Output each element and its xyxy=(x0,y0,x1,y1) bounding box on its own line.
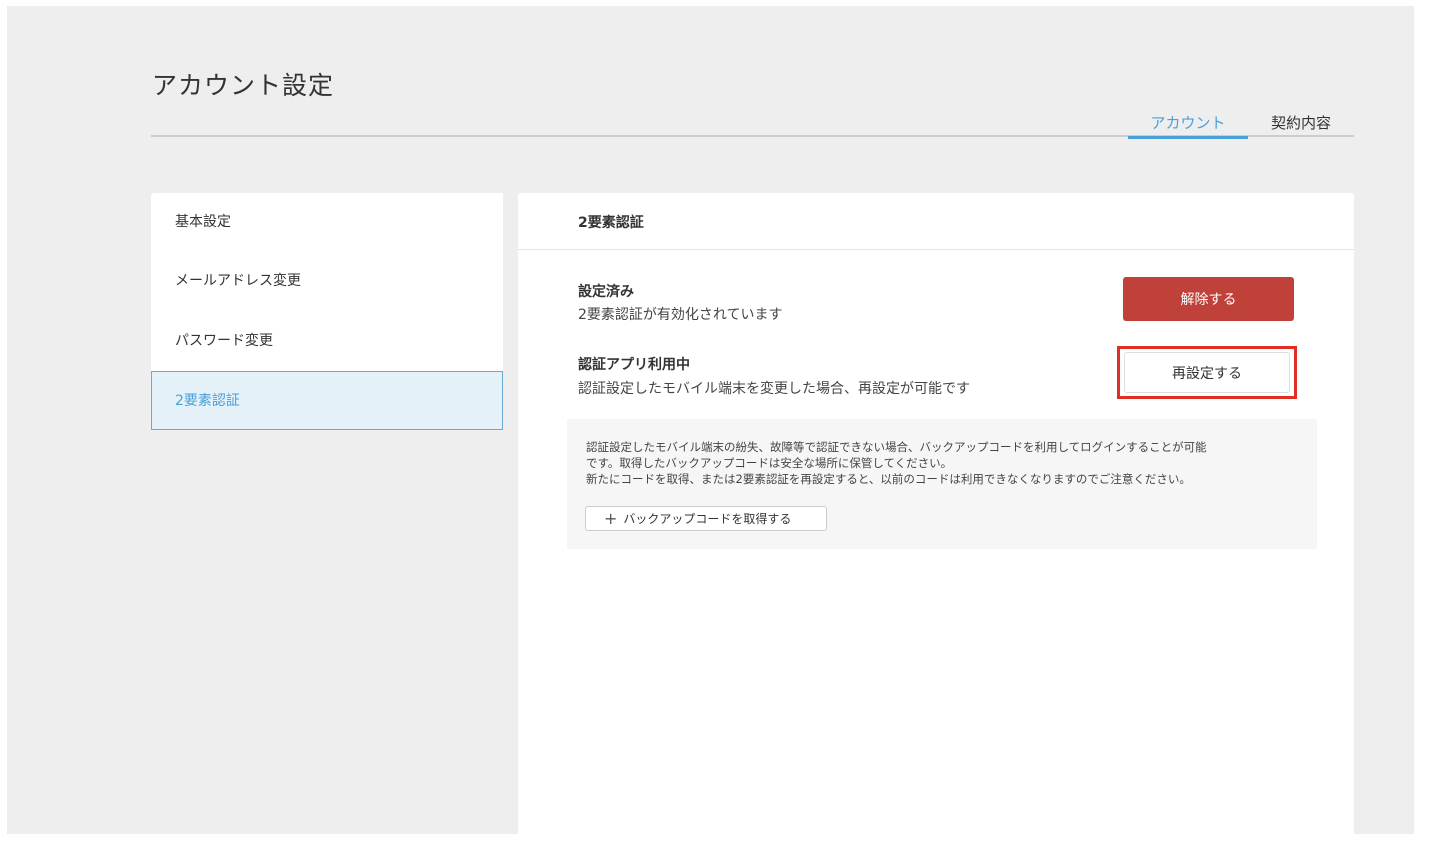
auth-app-title: 認証アプリ利用中 xyxy=(578,357,690,373)
tab-account[interactable]: アカウント xyxy=(1128,112,1248,139)
sidebar-item-basic-settings[interactable]: 基本設定 xyxy=(151,193,503,252)
status-description: 2要素認証が有効化されています xyxy=(578,307,783,323)
status-title: 設定済み xyxy=(578,284,634,300)
reset-button[interactable]: 再設定する xyxy=(1124,352,1290,393)
backup-text-line: です。取得したバックアップコードは安全な場所に保管してください。 xyxy=(586,456,953,470)
get-backup-code-label: バックアップコードを取得する xyxy=(623,512,792,526)
sidebar-item-password-change[interactable]: パスワード変更 xyxy=(151,312,503,371)
backup-text-line: 認証設定したモバイル端末の紛失、故障等で認証できない場合、バックアップコードを利… xyxy=(586,440,1207,454)
app-frame: アカウント設定 アカウント 契約内容 基本設定 メールアドレス変更 パスワード変… xyxy=(7,6,1414,840)
sidebar-item-email-change[interactable]: メールアドレス変更 xyxy=(151,252,503,311)
page-title: アカウント設定 xyxy=(152,71,335,100)
sidebar-item-two-factor[interactable]: 2要素認証 xyxy=(151,371,503,430)
get-backup-code-button[interactable]: + バックアップコードを取得する xyxy=(585,506,827,531)
settings-sidebar: 基本設定 メールアドレス変更 パスワード変更 2要素認証 xyxy=(151,193,503,430)
disable-button[interactable]: 解除する xyxy=(1123,277,1294,321)
top-tabs: アカウント 契約内容 xyxy=(151,110,1354,139)
plus-icon: + xyxy=(604,509,618,528)
panel-header: 2要素認証 xyxy=(518,193,1354,250)
tab-contract[interactable]: 契約内容 xyxy=(1261,112,1341,137)
backup-text-line: 新たにコードを取得、または2要素認証を再設定すると、以前のコードは利用できなくな… xyxy=(586,472,1191,486)
backup-description: 認証設定したモバイル端末の紛失、故障等で認証できない場合、バックアップコードを利… xyxy=(586,439,1306,487)
auth-app-description: 認証設定したモバイル端末を変更した場合、再設定が可能です xyxy=(578,381,970,397)
backup-code-box: 認証設定したモバイル端末の紛失、故障等で認証できない場合、バックアップコードを利… xyxy=(567,419,1317,549)
two-factor-panel: 2要素認証 設定済み 2要素認証が有効化されています 解除する 認証アプリ利用中… xyxy=(518,193,1354,840)
panel-title: 2要素認証 xyxy=(578,215,644,231)
